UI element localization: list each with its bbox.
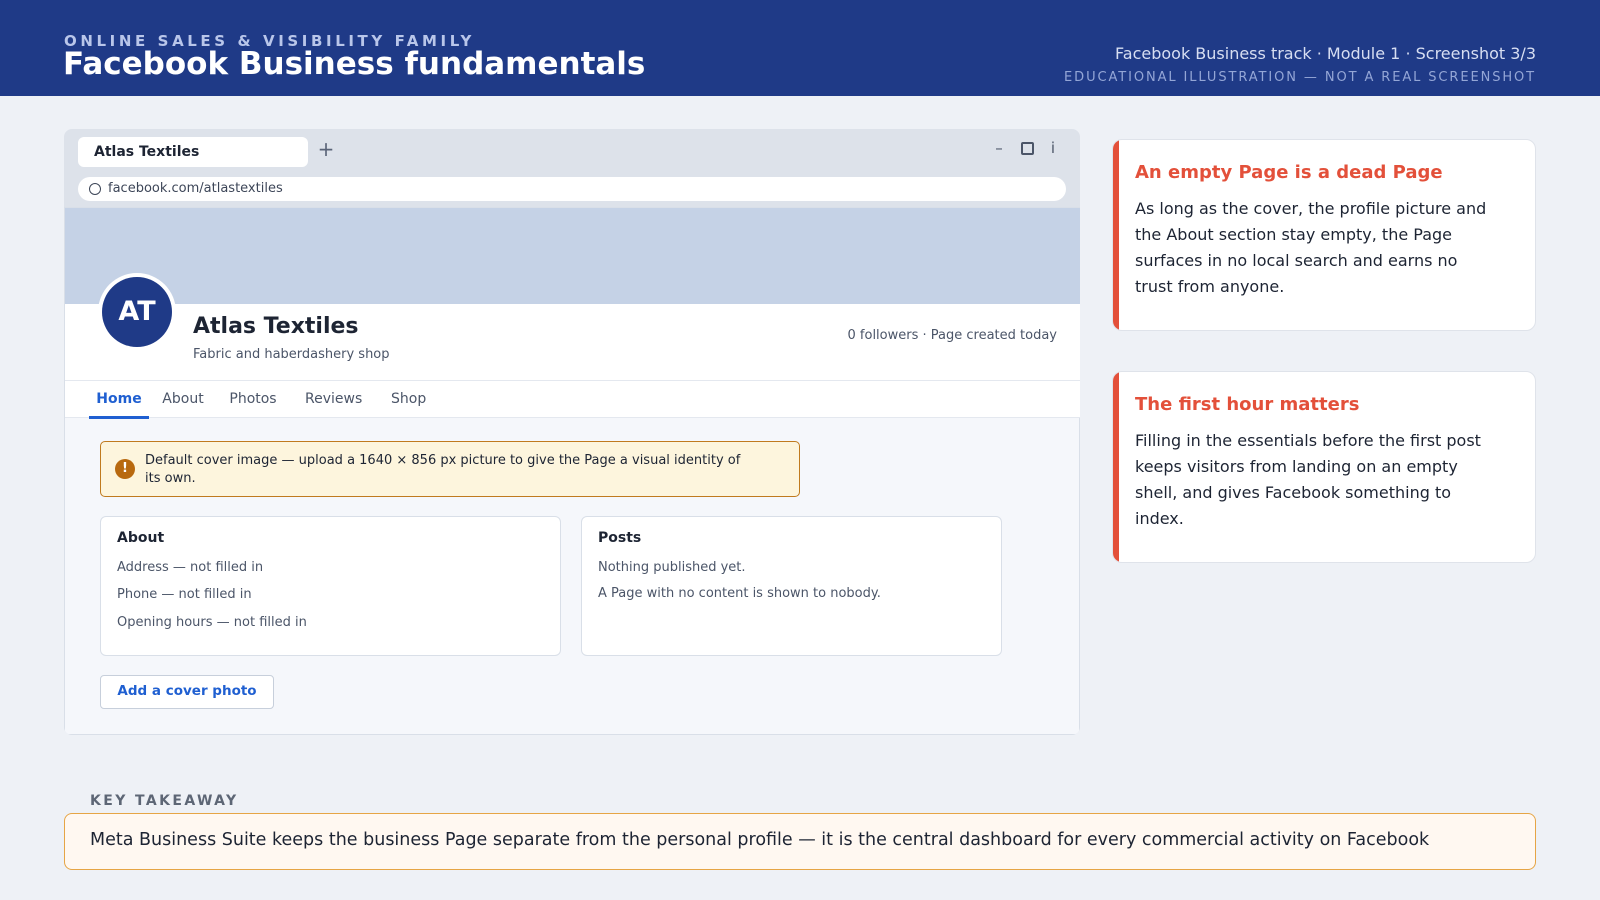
- about-hours: Opening hours — not filled in: [117, 615, 307, 630]
- posts-card: Posts Nothing published yet. A Page with…: [581, 516, 1002, 656]
- page-category: Fabric and haberdashery shop: [193, 347, 390, 362]
- new-tab-button[interactable]: +: [315, 138, 337, 162]
- page-tabs: Home About Photos Reviews Shop: [65, 380, 1080, 419]
- illustration-disclaimer: EDUCATIONAL ILLUSTRATION — NOT A REAL SC…: [1064, 70, 1536, 85]
- posts-card-title: Posts: [598, 530, 642, 546]
- lesson-meta: Facebook Business track · Module 1 · Scr…: [1115, 44, 1536, 63]
- page-name: Atlas Textiles: [193, 314, 359, 339]
- note-card-first-hour: The first hour matters Filling in the es…: [1112, 371, 1536, 563]
- top-banner: ONLINE SALES & VISIBILITY FAMILY Faceboo…: [0, 0, 1600, 96]
- globe-icon: [89, 183, 101, 195]
- note-title: The first hour matters: [1135, 394, 1360, 415]
- tab-photos[interactable]: Photos: [229, 381, 277, 418]
- info-icon[interactable]: i: [1044, 139, 1062, 157]
- about-address: Address — not filled in: [117, 560, 264, 575]
- alert-message: Default cover image — upload a 1640 × 85…: [145, 453, 741, 486]
- note-body: As long as the cover, the profile pictur…: [1135, 199, 1487, 296]
- maximize-icon[interactable]: [1018, 139, 1036, 157]
- warning-icon: !: [115, 459, 135, 479]
- page-viewport: AT Atlas Textiles Fabric and haberdasher…: [64, 207, 1080, 735]
- about-card: About Address — not filled in Phone — no…: [100, 516, 561, 656]
- posts-hint-line: A Page with no content is shown to nobod…: [598, 586, 881, 601]
- about-phone: Phone — not filled in: [117, 587, 252, 602]
- minimize-icon[interactable]: –: [990, 139, 1008, 157]
- tab-home[interactable]: Home: [89, 381, 149, 419]
- address-bar[interactable]: facebook.com/atlastextiles: [78, 177, 1066, 201]
- cover-image[interactable]: [65, 208, 1080, 304]
- note-body: Filling in the essentials before the fir…: [1135, 431, 1481, 528]
- about-card-title: About: [117, 530, 165, 546]
- browser-window: Atlas Textiles + – i facebook.com/atlast…: [64, 129, 1080, 735]
- key-takeaway-label: KEY TAKEAWAY: [90, 793, 239, 809]
- tab-reviews[interactable]: Reviews: [305, 381, 362, 418]
- page-stats: 0 followers · Page created today: [847, 328, 1057, 343]
- browser-tab[interactable]: Atlas Textiles: [78, 137, 308, 167]
- note-title: An empty Page is a dead Page: [1135, 162, 1443, 183]
- cover-warning-alert: ! Default cover image — upload a 1640 × …: [100, 441, 800, 497]
- url-text: facebook.com/atlastextiles: [108, 181, 283, 196]
- key-takeaway-box: Meta Business Suite keeps the business P…: [64, 813, 1536, 870]
- note-card-empty-page: An empty Page is a dead Page As long as …: [1112, 139, 1536, 331]
- lesson-title: Facebook Business fundamentals: [63, 46, 646, 82]
- tab-shop[interactable]: Shop: [391, 381, 426, 418]
- avatar[interactable]: AT: [98, 273, 176, 351]
- tab-about[interactable]: About: [161, 381, 205, 418]
- add-cover-photo-button[interactable]: Add a cover photo: [100, 675, 274, 709]
- posts-empty-line: Nothing published yet.: [598, 560, 746, 575]
- avatar-initials: AT: [102, 277, 172, 347]
